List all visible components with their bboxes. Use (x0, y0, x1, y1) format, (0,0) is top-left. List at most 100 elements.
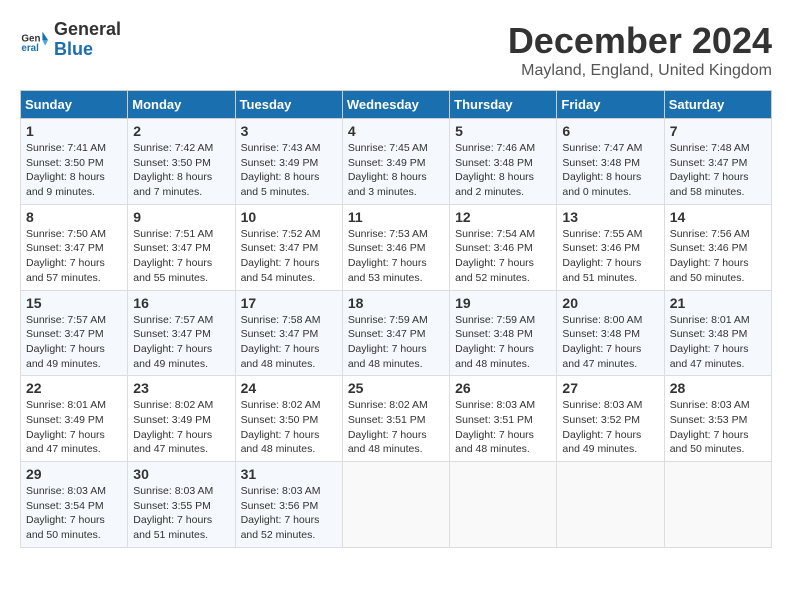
daylight-label: Daylight: 7 hours and 48 minutes. (348, 429, 427, 456)
table-row: 27 Sunrise: 8:03 AM Sunset: 3:52 PM Dayl… (557, 376, 664, 462)
day-number: 5 (455, 123, 551, 139)
sunrise-label: Sunrise: 7:42 AM (133, 142, 213, 154)
day-info: Sunrise: 8:03 AM Sunset: 3:56 PM Dayligh… (241, 484, 337, 543)
day-number: 21 (670, 295, 766, 311)
day-info: Sunrise: 8:02 AM Sunset: 3:49 PM Dayligh… (133, 398, 229, 457)
sunset-label: Sunset: 3:47 PM (26, 242, 104, 254)
sunrise-label: Sunrise: 8:02 AM (348, 399, 428, 411)
table-row: 11 Sunrise: 7:53 AM Sunset: 3:46 PM Dayl… (342, 204, 449, 290)
day-number: 23 (133, 380, 229, 396)
table-row: 22 Sunrise: 8:01 AM Sunset: 3:49 PM Dayl… (21, 376, 128, 462)
calendar-row: 8 Sunrise: 7:50 AM Sunset: 3:47 PM Dayli… (21, 204, 772, 290)
daylight-label: Daylight: 7 hours and 47 minutes. (133, 429, 212, 456)
day-info: Sunrise: 7:55 AM Sunset: 3:46 PM Dayligh… (562, 227, 658, 286)
table-row: 16 Sunrise: 7:57 AM Sunset: 3:47 PM Dayl… (128, 290, 235, 376)
sunset-label: Sunset: 3:50 PM (133, 157, 211, 169)
table-row: 6 Sunrise: 7:47 AM Sunset: 3:48 PM Dayli… (557, 119, 664, 205)
sunrise-label: Sunrise: 8:03 AM (26, 485, 106, 497)
table-row: 28 Sunrise: 8:03 AM Sunset: 3:53 PM Dayl… (664, 376, 771, 462)
sunset-label: Sunset: 3:46 PM (562, 242, 640, 254)
logo-icon: Gen eral (20, 26, 48, 54)
day-number: 4 (348, 123, 444, 139)
day-number: 1 (26, 123, 122, 139)
sunset-label: Sunset: 3:47 PM (241, 328, 319, 340)
logo-text: General Blue (54, 20, 121, 60)
table-row: 4 Sunrise: 7:45 AM Sunset: 3:49 PM Dayli… (342, 119, 449, 205)
sunrise-label: Sunrise: 7:52 AM (241, 228, 321, 240)
sunrise-label: Sunrise: 7:54 AM (455, 228, 535, 240)
table-row: 2 Sunrise: 7:42 AM Sunset: 3:50 PM Dayli… (128, 119, 235, 205)
table-row: 15 Sunrise: 7:57 AM Sunset: 3:47 PM Dayl… (21, 290, 128, 376)
daylight-label: Daylight: 8 hours and 3 minutes. (348, 171, 427, 198)
day-info: Sunrise: 7:59 AM Sunset: 3:47 PM Dayligh… (348, 313, 444, 372)
month-title: December 2024 (508, 20, 772, 62)
daylight-label: Daylight: 8 hours and 7 minutes. (133, 171, 212, 198)
day-info: Sunrise: 7:52 AM Sunset: 3:47 PM Dayligh… (241, 227, 337, 286)
calendar-row: 1 Sunrise: 7:41 AM Sunset: 3:50 PM Dayli… (21, 119, 772, 205)
daylight-label: Daylight: 7 hours and 51 minutes. (562, 257, 641, 284)
sunset-label: Sunset: 3:48 PM (670, 328, 748, 340)
daylight-label: Daylight: 7 hours and 50 minutes. (670, 429, 749, 456)
table-row: 23 Sunrise: 8:02 AM Sunset: 3:49 PM Dayl… (128, 376, 235, 462)
day-info: Sunrise: 7:48 AM Sunset: 3:47 PM Dayligh… (670, 141, 766, 200)
daylight-label: Daylight: 8 hours and 0 minutes. (562, 171, 641, 198)
sunrise-label: Sunrise: 7:59 AM (348, 314, 428, 326)
day-number: 3 (241, 123, 337, 139)
table-row: 10 Sunrise: 7:52 AM Sunset: 3:47 PM Dayl… (235, 204, 342, 290)
day-number: 27 (562, 380, 658, 396)
logo: Gen eral General Blue (20, 20, 121, 60)
col-tuesday: Tuesday (235, 91, 342, 119)
table-row: 19 Sunrise: 7:59 AM Sunset: 3:48 PM Dayl… (450, 290, 557, 376)
sunrise-label: Sunrise: 8:01 AM (26, 399, 106, 411)
sunset-label: Sunset: 3:48 PM (562, 157, 640, 169)
calendar-table: Sunday Monday Tuesday Wednesday Thursday… (20, 90, 772, 548)
table-row (450, 462, 557, 548)
sunset-label: Sunset: 3:47 PM (348, 328, 426, 340)
daylight-label: Daylight: 7 hours and 51 minutes. (133, 514, 212, 541)
sunset-label: Sunset: 3:46 PM (455, 242, 533, 254)
day-number: 15 (26, 295, 122, 311)
table-row: 5 Sunrise: 7:46 AM Sunset: 3:48 PM Dayli… (450, 119, 557, 205)
subtitle: Mayland, England, United Kingdom (508, 62, 772, 80)
sunrise-label: Sunrise: 8:03 AM (455, 399, 535, 411)
table-row: 3 Sunrise: 7:43 AM Sunset: 3:49 PM Dayli… (235, 119, 342, 205)
table-row: 18 Sunrise: 7:59 AM Sunset: 3:47 PM Dayl… (342, 290, 449, 376)
sunrise-label: Sunrise: 8:00 AM (562, 314, 642, 326)
sunset-label: Sunset: 3:56 PM (241, 500, 319, 512)
sunset-label: Sunset: 3:52 PM (562, 414, 640, 426)
day-info: Sunrise: 7:47 AM Sunset: 3:48 PM Dayligh… (562, 141, 658, 200)
day-number: 7 (670, 123, 766, 139)
sunrise-label: Sunrise: 7:50 AM (26, 228, 106, 240)
sunset-label: Sunset: 3:51 PM (455, 414, 533, 426)
day-number: 2 (133, 123, 229, 139)
day-number: 13 (562, 209, 658, 225)
calendar-row: 22 Sunrise: 8:01 AM Sunset: 3:49 PM Dayl… (21, 376, 772, 462)
day-info: Sunrise: 7:58 AM Sunset: 3:47 PM Dayligh… (241, 313, 337, 372)
svg-text:eral: eral (21, 43, 39, 54)
sunset-label: Sunset: 3:49 PM (241, 157, 319, 169)
col-thursday: Thursday (450, 91, 557, 119)
day-info: Sunrise: 8:02 AM Sunset: 3:51 PM Dayligh… (348, 398, 444, 457)
day-info: Sunrise: 8:03 AM Sunset: 3:55 PM Dayligh… (133, 484, 229, 543)
sunset-label: Sunset: 3:49 PM (348, 157, 426, 169)
daylight-label: Daylight: 7 hours and 55 minutes. (133, 257, 212, 284)
day-number: 28 (670, 380, 766, 396)
sunrise-label: Sunrise: 8:03 AM (562, 399, 642, 411)
sunset-label: Sunset: 3:47 PM (133, 328, 211, 340)
daylight-label: Daylight: 7 hours and 48 minutes. (348, 343, 427, 370)
sunrise-label: Sunrise: 8:03 AM (670, 399, 750, 411)
daylight-label: Daylight: 7 hours and 48 minutes. (241, 429, 320, 456)
day-info: Sunrise: 7:50 AM Sunset: 3:47 PM Dayligh… (26, 227, 122, 286)
table-row: 14 Sunrise: 7:56 AM Sunset: 3:46 PM Dayl… (664, 204, 771, 290)
sunset-label: Sunset: 3:49 PM (26, 414, 104, 426)
sunset-label: Sunset: 3:50 PM (26, 157, 104, 169)
day-number: 22 (26, 380, 122, 396)
sunset-label: Sunset: 3:55 PM (133, 500, 211, 512)
day-number: 17 (241, 295, 337, 311)
daylight-label: Daylight: 8 hours and 9 minutes. (26, 171, 105, 198)
day-number: 11 (348, 209, 444, 225)
sunset-label: Sunset: 3:47 PM (241, 242, 319, 254)
table-row: 8 Sunrise: 7:50 AM Sunset: 3:47 PM Dayli… (21, 204, 128, 290)
day-number: 31 (241, 466, 337, 482)
day-number: 9 (133, 209, 229, 225)
